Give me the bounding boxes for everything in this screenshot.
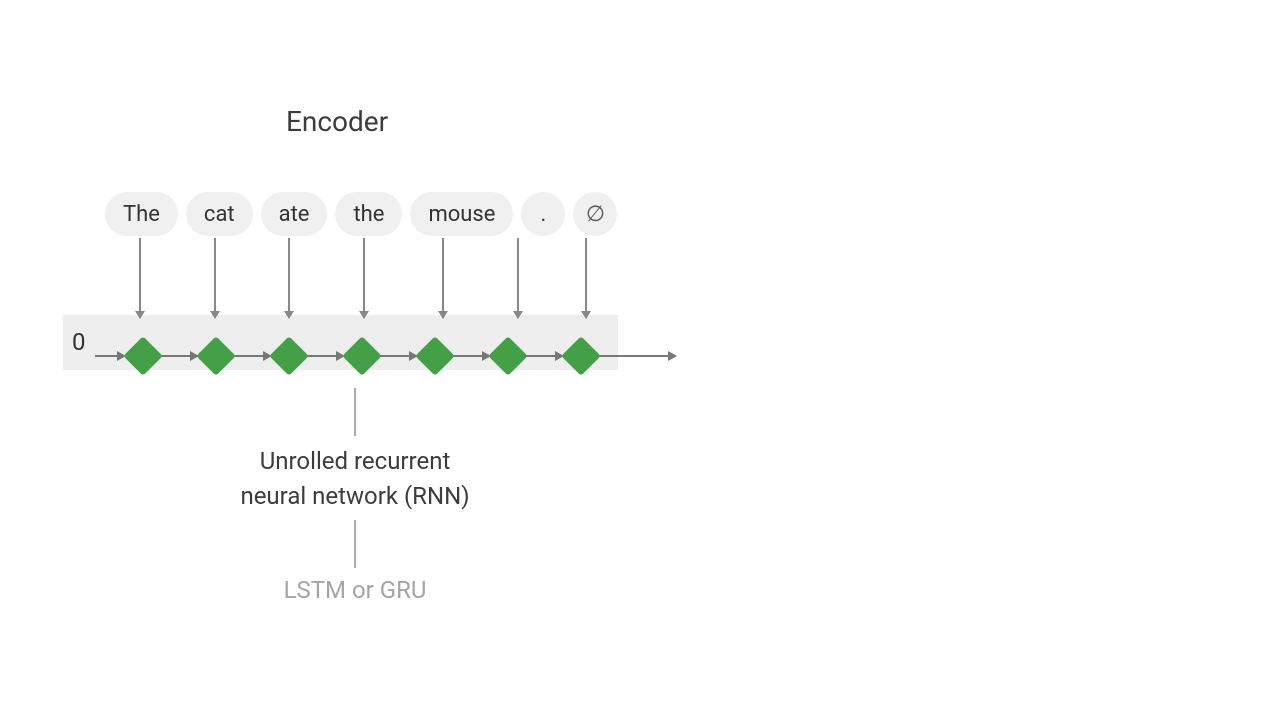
arrow-icon <box>525 351 564 361</box>
rnn-node <box>342 336 382 376</box>
token-row: The cat ate the mouse . ∅ <box>105 192 617 236</box>
encoder-title: Encoder <box>286 105 388 138</box>
arrow-icon <box>379 351 418 361</box>
down-arrow-icon <box>139 238 141 318</box>
token-the2: the <box>335 192 402 236</box>
down-arrow-icon <box>517 238 519 318</box>
rnn-node <box>123 336 163 376</box>
down-arrow-icon <box>288 238 290 318</box>
arrow-icon <box>233 351 272 361</box>
token-end: ∅ <box>573 192 617 236</box>
token-cat: cat <box>186 192 253 236</box>
rnn-node <box>561 336 601 376</box>
rnn-subcaption: LSTM or GRU <box>230 576 480 604</box>
down-arrow-icon <box>363 238 365 318</box>
down-arrow-icon <box>214 238 216 318</box>
token-period: . <box>521 192 565 236</box>
rnn-caption: Unrolled recurrent neural network (RNN) <box>230 444 480 514</box>
connector-line <box>354 388 356 436</box>
arrow-icon <box>452 351 491 361</box>
arrow-icon <box>95 351 126 361</box>
rnn-node <box>269 336 309 376</box>
rnn-node <box>488 336 528 376</box>
rnn-node <box>415 336 455 376</box>
initial-state-label: 0 <box>72 328 86 356</box>
rnn-node <box>196 336 236 376</box>
down-arrow-icon <box>585 238 587 318</box>
rnn-chain <box>95 342 677 370</box>
token-mouse: mouse <box>410 192 513 236</box>
arrow-icon <box>306 351 345 361</box>
arrow-out-icon <box>598 351 677 361</box>
down-arrow-icon <box>442 238 444 318</box>
connector-line <box>354 520 356 568</box>
token-ate: ate <box>261 192 328 236</box>
token-the: The <box>105 192 178 236</box>
arrow-icon <box>160 351 199 361</box>
